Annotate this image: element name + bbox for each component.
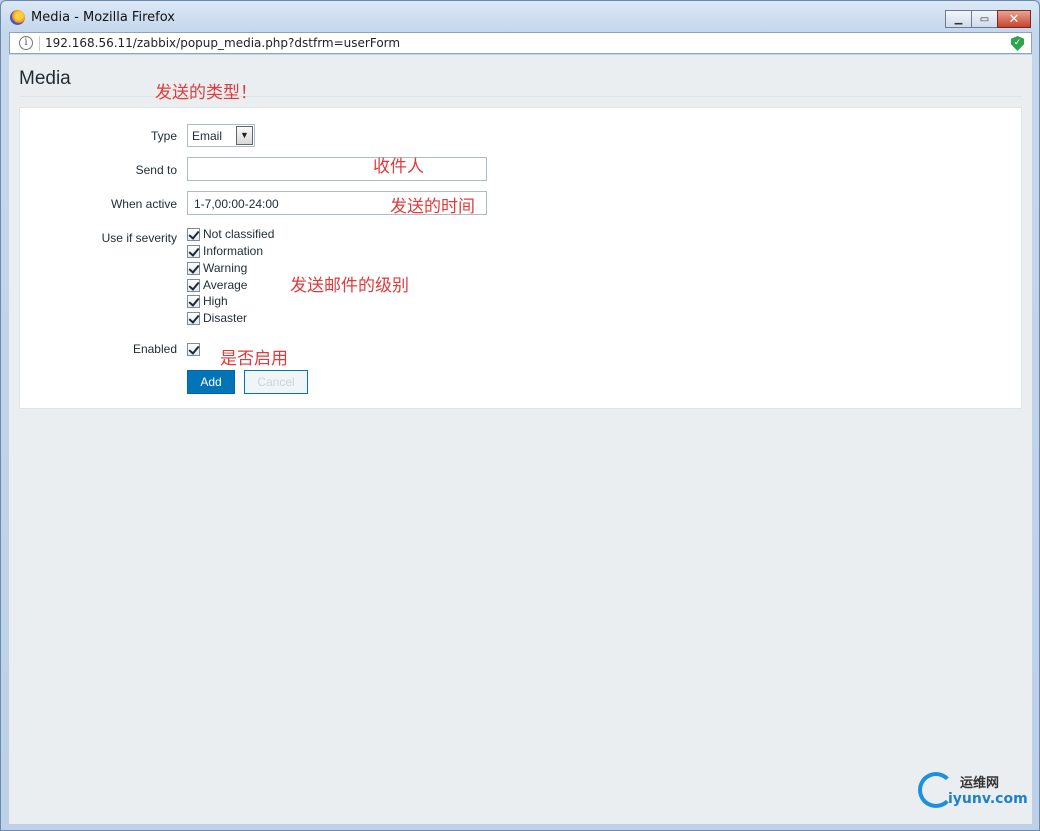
severity-warning-label: Warning xyxy=(203,261,248,275)
checkbox-checked-icon[interactable] xyxy=(187,278,200,292)
severity-average-label: Average xyxy=(203,278,248,292)
info-icon[interactable]: i xyxy=(19,36,33,50)
severity-not-classified[interactable]: Not classified xyxy=(187,226,274,242)
shield-icon[interactable]: ✓ xyxy=(1011,36,1024,51)
maximize-icon: ▭ xyxy=(979,13,990,25)
cancel-button[interactable]: Cancel xyxy=(244,370,308,394)
title-bar[interactable]: Media - Mozilla Firefox ▁ ▭ ✕ xyxy=(1,1,1039,31)
type-select[interactable]: Email ▼ xyxy=(187,124,255,147)
type-annotation: 发送的类型！ xyxy=(155,83,257,103)
firefox-icon xyxy=(10,10,25,25)
address-bar[interactable]: i 192.168.56.11/zabbix/popup_media.php?d… xyxy=(9,32,1032,54)
checkbox-checked-icon[interactable] xyxy=(187,261,200,275)
page-content: Media 发送的类型！ Type Email ▼ Send to 收件人 Wh… xyxy=(9,55,1032,824)
checkbox-checked-icon[interactable] xyxy=(187,294,200,308)
enabled-checkbox[interactable] xyxy=(187,341,203,357)
severity-high[interactable]: High xyxy=(187,293,228,309)
severity-disaster[interactable]: Disaster xyxy=(187,310,247,326)
minimize-icon: ▁ xyxy=(954,13,963,25)
checkbox-checked-icon[interactable] xyxy=(187,311,200,325)
window-title: Media - Mozilla Firefox xyxy=(31,10,175,25)
maximize-button[interactable]: ▭ xyxy=(971,10,998,28)
minimize-button[interactable]: ▁ xyxy=(945,10,972,28)
watermark-en: iyunv.com xyxy=(948,791,1028,807)
checkbox-checked-icon[interactable] xyxy=(187,244,200,258)
chevron-down-icon[interactable]: ▼ xyxy=(236,126,253,145)
enabled-label: Enabled xyxy=(132,342,177,356)
type-label: Type xyxy=(150,129,177,143)
severity-information-label: Information xyxy=(203,244,264,258)
url-separator xyxy=(39,36,40,51)
when-active-label: When active xyxy=(110,197,177,211)
type-select-value: Email xyxy=(192,129,223,143)
checkbox-checked-icon[interactable] xyxy=(187,342,200,356)
browser-window: Media - Mozilla Firefox ▁ ▭ ✕ i 192.168.… xyxy=(0,0,1040,831)
when-active-annotation: 发送的时间 xyxy=(390,197,475,217)
send-to-label: Send to xyxy=(135,163,177,177)
close-button[interactable]: ✕ xyxy=(997,10,1031,28)
enabled-annotation: 是否启用 xyxy=(220,349,288,369)
severity-disaster-label: Disaster xyxy=(203,311,248,325)
window-controls: ▁ ▭ ✕ xyxy=(945,10,1031,28)
url-text[interactable]: 192.168.56.11/zabbix/popup_media.php?dst… xyxy=(45,36,400,50)
severity-label: Use if severity xyxy=(101,231,177,245)
severity-information[interactable]: Information xyxy=(187,243,263,259)
close-icon: ✕ xyxy=(1008,11,1020,27)
severity-warning[interactable]: Warning xyxy=(187,260,247,276)
send-to-annotation: 收件人 xyxy=(373,157,424,177)
add-button[interactable]: Add xyxy=(187,370,235,394)
checkbox-checked-icon[interactable] xyxy=(187,227,200,241)
severity-high-label: High xyxy=(203,294,228,308)
watermark-cn: 运维网 xyxy=(960,776,1000,791)
severity-average[interactable]: Average xyxy=(187,277,247,293)
media-form: Type Email ▼ Send to 收件人 When active 1-7… xyxy=(19,107,1022,409)
send-to-field[interactable] xyxy=(187,157,487,181)
severity-not-classified-label: Not classified xyxy=(203,227,275,241)
page-title: Media xyxy=(19,68,71,89)
severity-annotation: 发送邮件的级别 xyxy=(290,276,409,296)
watermark-logo: 运维网 iyunv.com xyxy=(918,770,1028,814)
